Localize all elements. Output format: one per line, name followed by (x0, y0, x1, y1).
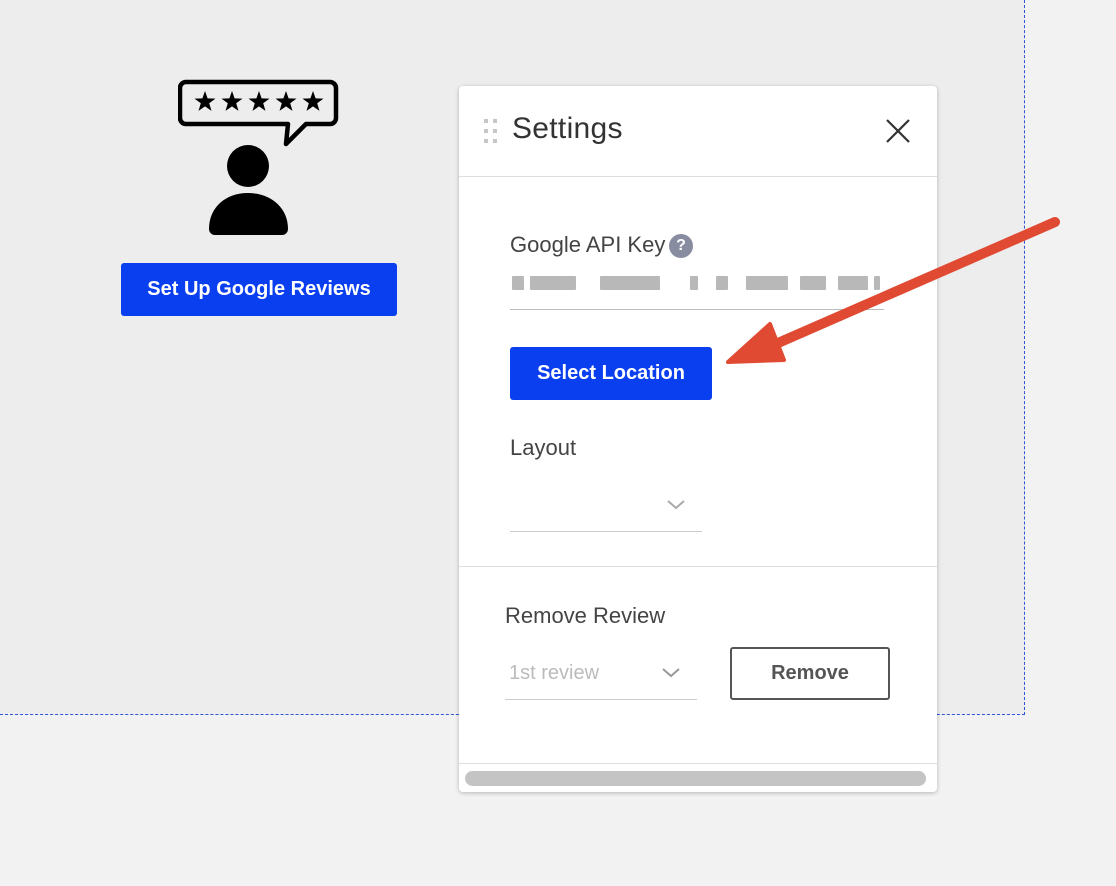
review-select-value: 1st review (509, 662, 600, 684)
chevron-down-icon (667, 500, 685, 510)
horizontal-scrollbar[interactable] (465, 771, 926, 786)
close-icon[interactable] (885, 118, 911, 144)
settings-panel: Settings Google API Key ? Select Locatio… (459, 86, 937, 792)
section-divider (459, 566, 937, 567)
review-select[interactable]: 1st review (505, 646, 697, 700)
help-icon[interactable]: ? (669, 234, 693, 258)
footer-divider (459, 763, 937, 764)
api-key-input[interactable] (510, 266, 884, 310)
drag-handle-icon[interactable] (483, 118, 499, 144)
layout-label: Layout (510, 435, 577, 460)
select-location-button[interactable]: Select Location (510, 347, 712, 400)
remove-review-label: Remove Review (505, 603, 666, 628)
remove-button[interactable]: Remove (730, 647, 890, 700)
chevron-down-icon (662, 668, 680, 678)
api-key-label: Google API Key (510, 232, 666, 257)
settings-panel-header: Settings (459, 86, 937, 177)
layout-select[interactable] (510, 478, 702, 532)
panel-title: Settings (512, 112, 623, 145)
review-person-icon (178, 79, 339, 235)
set-up-google-reviews-button[interactable]: Set Up Google Reviews (121, 263, 397, 316)
